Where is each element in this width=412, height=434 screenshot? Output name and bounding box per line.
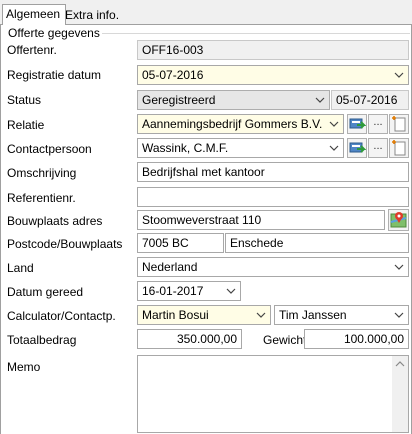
memo-scrollbar[interactable] [392, 356, 408, 432]
tab-algemeen[interactable]: Algemeen [2, 4, 66, 25]
postcode-field[interactable]: 7005 BC [137, 233, 224, 253]
status-value: Geregistreerd [142, 93, 216, 107]
contact-label: Contactpersoon [7, 142, 92, 156]
tab-extra-info[interactable]: Extra info. [62, 6, 126, 24]
plaats-field[interactable]: Enschede [225, 233, 409, 253]
card-lookup-icon [349, 118, 366, 129]
chevron-down-icon [226, 288, 236, 294]
calc-contact-value: Tim Janssen [279, 308, 347, 322]
bouwplaats-label: Bouwplaats adres [7, 214, 103, 228]
relatie-label: Relatie [7, 118, 45, 132]
relatie-value: Aannemingsbedrijf Gommers B.V. [142, 117, 323, 131]
scroll-up-icon[interactable] [392, 358, 408, 370]
registratie-value: 05-07-2016 [142, 68, 204, 82]
contact-browse-button[interactable]: ... [368, 138, 388, 158]
omschrijving-field[interactable]: Bedrijfshal met kantoor [137, 162, 409, 182]
totaal-label: Totaalbedrag [7, 333, 77, 347]
memo-textarea[interactable] [137, 355, 409, 433]
chevron-down-icon [256, 312, 266, 318]
chevron-down-icon [329, 121, 339, 127]
chevron-down-icon [394, 72, 404, 78]
land-value: Nederland [142, 260, 198, 274]
chevron-down-icon [329, 145, 339, 151]
new-document-icon [392, 140, 406, 156]
card-lookup-icon [349, 142, 366, 153]
tab-strip: Algemeen Extra info. [0, 0, 412, 25]
chevron-down-icon [394, 312, 404, 318]
status-label: Status [7, 93, 42, 107]
offertenr-field: OFF16-003 [137, 40, 409, 60]
calc-contact-dropdown[interactable]: Tim Janssen [274, 305, 409, 325]
land-dropdown[interactable]: Nederland [137, 257, 409, 277]
map-button[interactable] [388, 209, 409, 231]
map-pin-icon [390, 212, 407, 228]
relatie-lookup-button[interactable] [347, 114, 367, 134]
postcode-label: Postcode/Bouwplaats [7, 237, 123, 251]
offertenr-label: Offertenr. [7, 43, 57, 57]
section-title: Offerte gegevens [8, 26, 100, 40]
contact-dropdown[interactable]: Wassink, C.M.F. [137, 138, 344, 158]
calculator-dropdown[interactable]: Martin Bosui [137, 305, 271, 325]
status-dropdown[interactable]: Geregistreerd [137, 90, 330, 110]
totaal-field[interactable]: 350.000,00 [137, 329, 242, 349]
contact-new-button[interactable] [389, 138, 409, 158]
referentie-label: Referentienr. [7, 191, 76, 205]
chevron-down-icon [394, 264, 404, 270]
land-label: Land [7, 261, 34, 275]
bouwplaats-field[interactable]: Stoomweverstraat 110 [137, 210, 385, 230]
status-date-field: 05-07-2016 [331, 90, 409, 110]
chevron-down-icon [315, 97, 325, 103]
referentie-field[interactable] [137, 187, 409, 207]
gereed-label: Datum gereed [7, 285, 84, 299]
omschrijving-label: Omschrijving [7, 166, 77, 180]
contact-value: Wassink, C.M.F. [142, 141, 229, 155]
memo-label: Memo [7, 360, 41, 374]
registratie-dropdown[interactable]: 05-07-2016 [137, 65, 409, 85]
relatie-new-button[interactable] [389, 114, 409, 134]
gewicht-field[interactable]: 100.000,00 [304, 329, 409, 349]
gereed-value: 16-01-2017 [142, 284, 204, 298]
section-divider [102, 33, 410, 34]
new-document-icon [392, 116, 406, 132]
registratie-label: Registratie datum [7, 68, 102, 82]
contact-lookup-button[interactable] [347, 138, 367, 158]
relatie-dropdown[interactable]: Aannemingsbedrijf Gommers B.V. [137, 114, 344, 134]
gewicht-label: Gewicht [263, 333, 307, 347]
relatie-browse-button[interactable]: ... [368, 114, 388, 134]
calculator-label: Calculator/Contactp. [7, 309, 116, 323]
calculator-value: Martin Bosui [142, 308, 209, 322]
gereed-dropdown[interactable]: 16-01-2017 [137, 281, 241, 301]
